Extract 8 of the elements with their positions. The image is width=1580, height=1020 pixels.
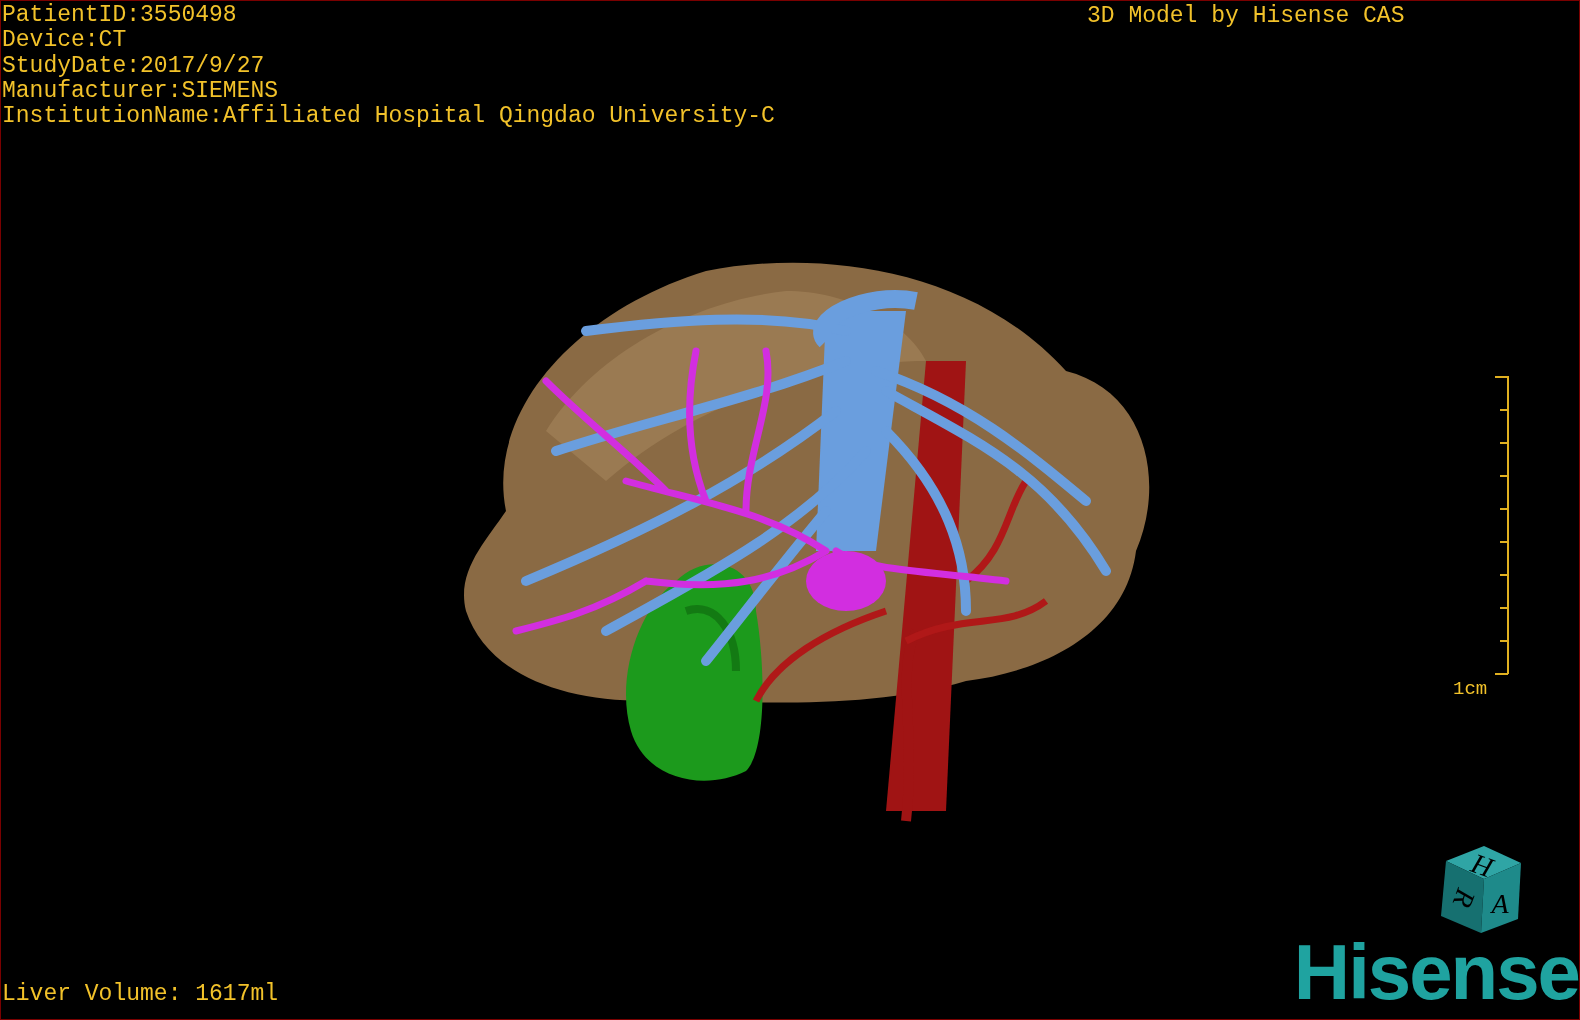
- scale-label: 1cm: [1453, 678, 1488, 700]
- study-info-line: PatientID:3550498: [2, 3, 237, 28]
- study-info-line: StudyDate:2017/9/27: [2, 53, 265, 79]
- model-title: 3D Model by Hisense CAS: [1087, 4, 1405, 29]
- study-info-line: Manufacturer:SIEMENS: [2, 78, 279, 104]
- study-info-line: InstitutionName:Affiliated Hospital Qingdao University-C: [2, 104, 775, 130]
- study-info-line: Device:CT: [2, 28, 127, 54]
- liver-volume-label: Liver Volume: 1617ml: [2, 981, 279, 1007]
